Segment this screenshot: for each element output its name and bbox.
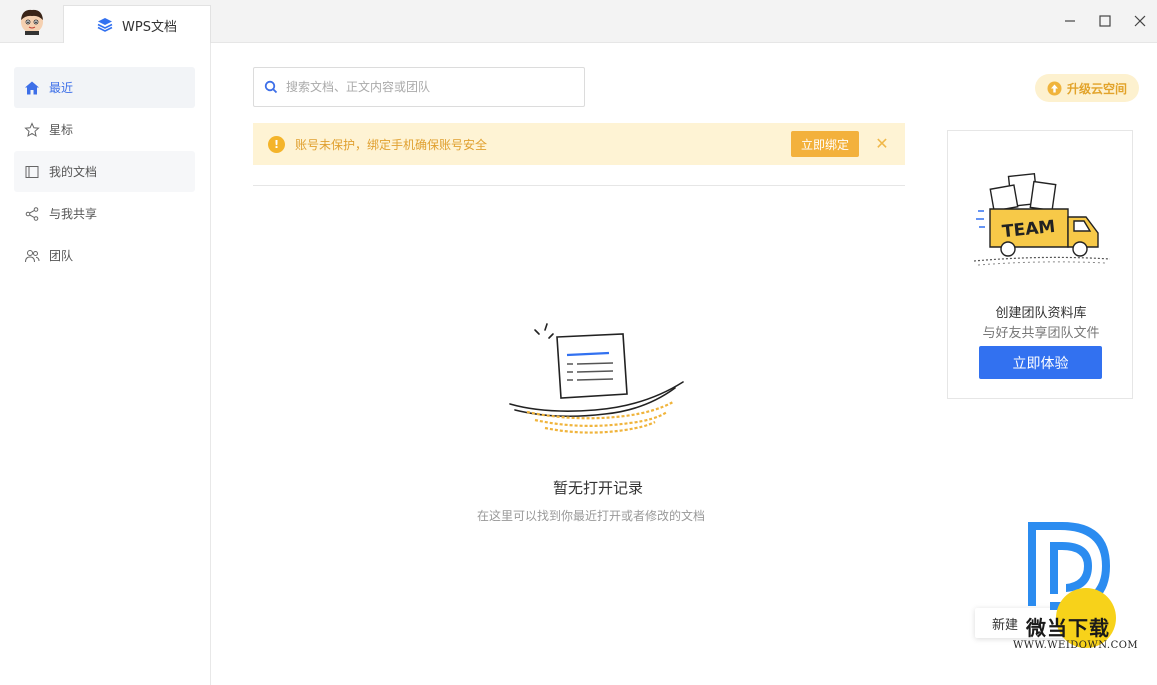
upgrade-label: 升级云空间 [1066, 81, 1127, 96]
minimize-button[interactable] [1060, 11, 1080, 31]
search-input[interactable] [286, 80, 566, 94]
search-icon [264, 80, 278, 94]
maximize-icon [1099, 15, 1111, 27]
tab-title: WPS文档 [122, 19, 177, 35]
sidebar-item-recent[interactable]: 最近 [14, 67, 195, 108]
sidebar-item-starred[interactable]: 星标 [14, 109, 195, 150]
upload-arrow-icon [1047, 81, 1062, 95]
avatar[interactable] [18, 7, 46, 35]
warning-icon: ! [268, 135, 285, 153]
team-icon [23, 247, 41, 265]
bind-phone-button[interactable]: 立即绑定 [791, 131, 859, 157]
upgrade-cloud-button[interactable]: 升级云空间 [1035, 74, 1139, 102]
empty-document-illustration [509, 323, 684, 434]
try-now-button[interactable]: 立即体验 [979, 346, 1102, 379]
divider [253, 185, 905, 186]
sidebar-item-label: 与我共享 [49, 207, 98, 221]
empty-state-subtitle: 在这里可以找到你最近打开或者修改的文档 [476, 509, 705, 523]
account-warning-banner: ! 账号未保护，绑定手机确保账号安全 立即绑定 ✕ [253, 123, 905, 165]
wps-docs-window: WPS文档 最近 星标 我的文档 与我共享 团队 搜索文档、正文内容或团队 升级… [0, 0, 1157, 685]
team-promo-card: TEAM 创建团队资料库 与好友共享团队文件 立即体验 [947, 130, 1133, 399]
sidebar-item-label: 我的文档 [49, 165, 98, 179]
title-bar: WPS文档 [0, 0, 1157, 44]
sidebar-item-shared[interactable]: 与我共享 [14, 193, 195, 234]
watermark-url: WWW.WEIDOWN.COM [1013, 640, 1139, 651]
home-icon [23, 79, 41, 97]
close-icon [1134, 15, 1146, 27]
sidebar: 最近 星标 我的文档 与我共享 团队 [0, 43, 211, 685]
sidebar-item-label: 最近 [49, 81, 74, 95]
sidebar-item-label: 星标 [49, 123, 74, 137]
star-icon [23, 121, 41, 139]
team-card-subtitle: 与好友共享团队文件 [982, 326, 1100, 341]
watermark-name: 微当下载 [1026, 616, 1110, 640]
wps-layers-icon [97, 18, 113, 32]
tab-wps-docs[interactable]: WPS文档 [63, 5, 211, 44]
close-window-button[interactable] [1130, 11, 1150, 31]
folder-icon [23, 163, 41, 181]
banner-message: 账号未保护，绑定手机确保账号安全 [295, 137, 488, 152]
team-truck-illustration: TEAM [974, 172, 1110, 266]
minimize-icon [1065, 20, 1075, 22]
sidebar-item-my-docs[interactable]: 我的文档 [14, 151, 195, 192]
empty-state-title: 暂无打开记录 [552, 479, 643, 497]
sidebar-item-team[interactable]: 团队 [14, 235, 195, 276]
maximize-button[interactable] [1095, 11, 1115, 31]
team-card-title: 创建团队资料库 [995, 306, 1087, 321]
sidebar-item-label: 团队 [49, 249, 74, 263]
banner-close-icon[interactable]: ✕ [873, 134, 891, 153]
share-icon [23, 205, 41, 223]
search-box[interactable] [253, 67, 585, 107]
